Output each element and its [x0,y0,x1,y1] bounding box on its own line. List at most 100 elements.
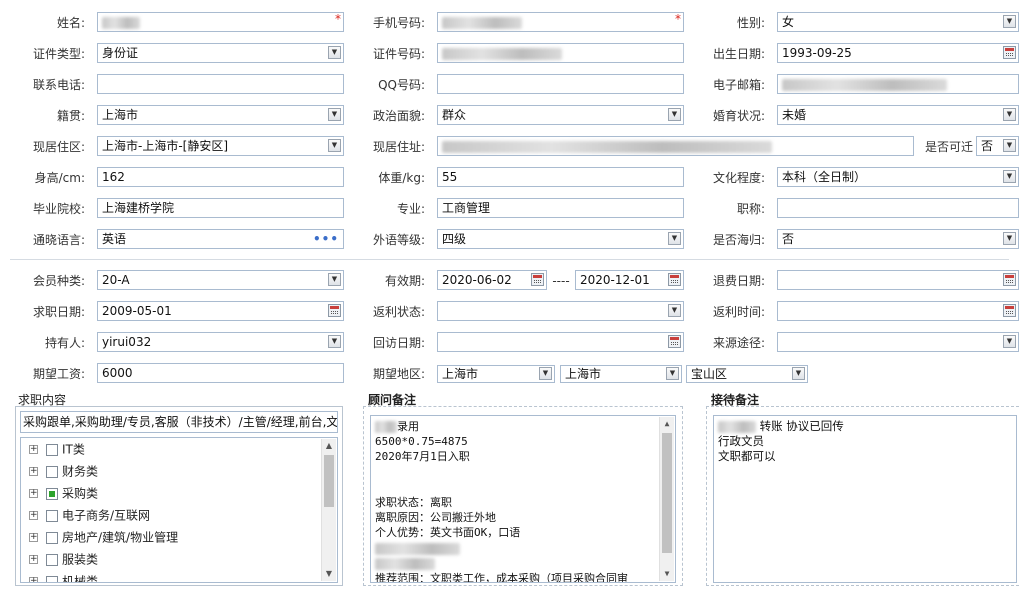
chevron-down-icon[interactable]: ▼ [328,108,341,121]
checkbox[interactable] [46,553,58,566]
scroll-up-icon[interactable]: ▲ [322,439,336,453]
current-area-select[interactable]: 上海市-上海市-[静安区] ▼ [97,136,344,156]
expand-icon[interactable]: + [29,555,38,564]
more-options-icon[interactable]: ••• [313,230,339,248]
tree-item-it[interactable]: + IT类 [29,438,85,460]
gender-select[interactable]: 女 ▼ [777,12,1019,32]
scroll-thumb[interactable] [662,433,672,553]
id-type-select[interactable]: 身份证 ▼ [97,43,344,63]
reception-notes-textarea[interactable]: 转账 协议已回传 行政文员 文职都可以 [713,415,1017,583]
expected-district-select[interactable]: 宝山区 ▼ [686,365,808,383]
tree-item-label: 机械类 [62,574,99,583]
id-number-input[interactable] [437,43,684,63]
tree-item-finance[interactable]: + 财务类 [29,460,98,482]
rebate-status-select[interactable]: ▼ [437,301,684,321]
returnee-select[interactable]: 否 ▼ [777,229,1019,249]
chevron-down-icon[interactable]: ▼ [668,304,681,317]
expand-icon[interactable]: + [29,533,38,542]
visit-date-input[interactable] [437,332,684,352]
rebate-time-input[interactable] [777,301,1019,321]
political-select[interactable]: 群众 ▼ [437,105,684,125]
height-input[interactable]: 162 [97,167,344,187]
chevron-down-icon[interactable]: ▼ [668,232,681,245]
relocatable-select[interactable]: 否 ▼ [976,136,1019,156]
expected-city-select[interactable]: 上海市 ▼ [560,365,682,383]
weight-input[interactable]: 55 [437,167,684,187]
contact-phone-input[interactable] [97,74,344,94]
name-input[interactable]: * [97,12,344,32]
tree-item-apparel[interactable]: + 服装类 [29,548,98,570]
expected-salary-input[interactable]: 6000 [97,363,344,383]
tree-item-realestate[interactable]: + 房地产/建筑/物业管理 [29,526,178,548]
member-type-select[interactable]: 20-A ▼ [97,270,344,290]
returnee-value: 否 [782,232,795,246]
scroll-down-icon[interactable]: ▼ [322,567,336,581]
expand-icon[interactable]: + [29,445,38,454]
checkbox[interactable] [46,509,58,522]
chevron-down-icon[interactable]: ▼ [328,335,341,348]
expected-province-select[interactable]: 上海市 ▼ [437,365,555,383]
chevron-down-icon[interactable]: ▼ [1003,335,1016,348]
valid-end-input[interactable]: 2020-12-01 [575,270,684,290]
holder-select[interactable]: yirui032 ▼ [97,332,344,352]
job-summary-input[interactable]: 采购跟单,采购助理/专员,客服（非技术）/主管/经理,前台,文 [20,411,338,433]
job-date-input[interactable]: 2009-05-01 [97,301,344,321]
expand-icon[interactable]: + [29,511,38,520]
title-input[interactable] [777,198,1019,218]
valid-start-input[interactable]: 2020-06-02 [437,270,547,290]
calendar-icon[interactable] [1003,273,1016,286]
checkbox[interactable] [46,465,58,478]
birthdate-value: 1993-09-25 [782,46,852,60]
tree-item-machinery[interactable]: + 机械类 [29,570,99,583]
scroll-up-icon[interactable]: ▲ [660,417,674,431]
language-level-select[interactable]: 四级 ▼ [437,229,684,249]
expand-icon[interactable]: + [29,467,38,476]
tree-item-ecommerce[interactable]: + 电子商务/互联网 [29,504,150,526]
checkbox[interactable] [46,531,58,544]
chevron-down-icon[interactable]: ▼ [328,46,341,59]
birthdate-input[interactable]: 1993-09-25 [777,43,1019,63]
redacted-text [375,421,397,433]
checkbox[interactable] [46,575,58,582]
education-select[interactable]: 本科（全日制） ▼ [777,167,1019,187]
tree-scrollbar[interactable]: ▲ ▼ [321,439,336,581]
marital-select[interactable]: 未婚 ▼ [777,105,1019,125]
current-address-input[interactable] [437,136,914,156]
calendar-icon[interactable] [328,304,341,317]
scroll-thumb[interactable] [324,455,334,507]
scroll-down-icon[interactable]: ▼ [660,567,674,581]
email-input[interactable] [777,74,1019,94]
date-range-separator: ---- [552,274,570,288]
consultant-notes-textarea[interactable]: 录用 6500*0.75=4875 2020年7月1日入职 求职状态：离职 离职原因：公… [370,415,676,583]
expand-icon[interactable]: + [29,489,38,498]
chevron-down-icon[interactable]: ▼ [328,139,341,152]
refund-date-input[interactable] [777,270,1019,290]
chevron-down-icon[interactable]: ▼ [539,367,552,380]
school-input[interactable]: 上海建桥学院 [97,198,344,218]
chevron-down-icon[interactable]: ▼ [1003,15,1016,28]
native-place-select[interactable]: 上海市 ▼ [97,105,344,125]
chevron-down-icon[interactable]: ▼ [1003,108,1016,121]
chevron-down-icon[interactable]: ▼ [792,367,805,380]
language-input[interactable]: 英语 ••• [97,229,344,249]
calendar-icon[interactable] [668,335,681,348]
chevron-down-icon[interactable]: ▼ [668,108,681,121]
calendar-icon[interactable] [1003,46,1016,59]
chevron-down-icon[interactable]: ▼ [1003,232,1016,245]
major-input[interactable]: 工商管理 [437,198,684,218]
chevron-down-icon[interactable]: ▼ [666,367,679,380]
calendar-icon[interactable] [668,273,681,286]
qq-input[interactable] [437,74,684,94]
checkbox[interactable] [46,443,58,456]
expand-icon[interactable]: + [29,577,38,582]
source-select[interactable]: ▼ [777,332,1019,352]
notes-scrollbar[interactable]: ▲ ▼ [659,417,674,581]
chevron-down-icon[interactable]: ▼ [328,273,341,286]
phone-input[interactable]: * [437,12,684,32]
tree-item-purchasing[interactable]: + 采购类 [29,482,98,504]
calendar-icon[interactable] [1003,304,1016,317]
chevron-down-icon[interactable]: ▼ [1003,139,1016,152]
calendar-icon[interactable] [531,273,544,286]
chevron-down-icon[interactable]: ▼ [1003,170,1016,183]
checkbox-partial[interactable] [46,487,58,500]
